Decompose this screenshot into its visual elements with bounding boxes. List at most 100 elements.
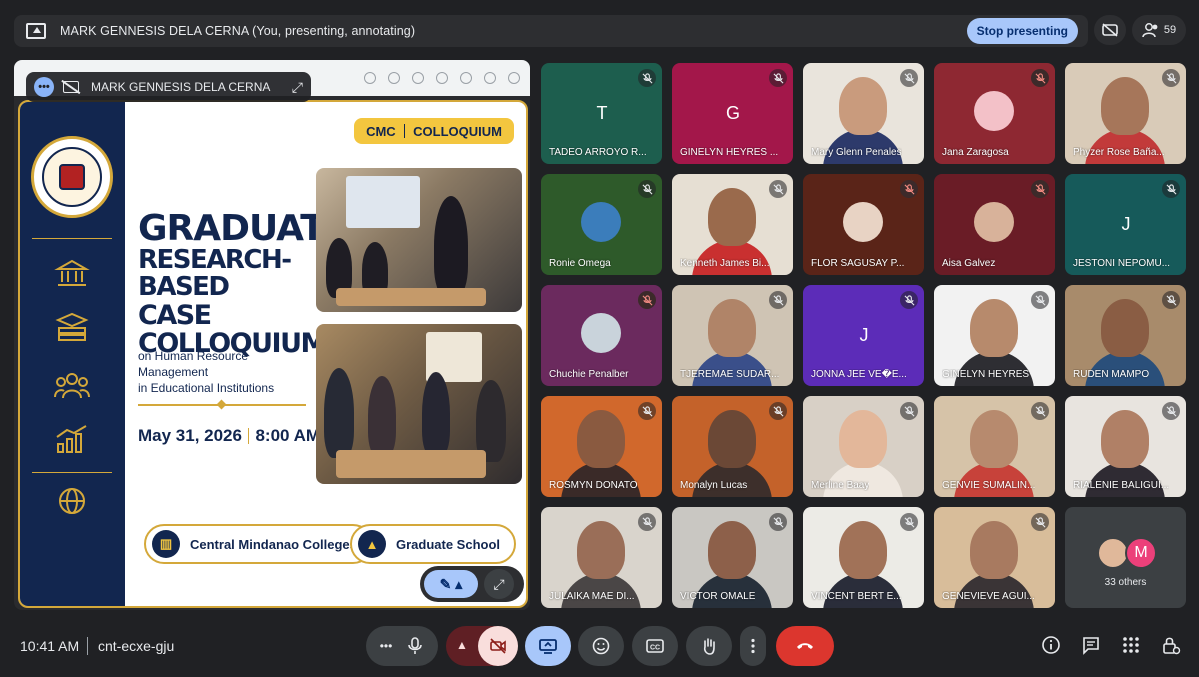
captions-button[interactable]: CC	[632, 626, 678, 666]
present-now-button[interactable]	[525, 626, 571, 666]
presentation-area: ••• MARK GENNESIS DELA CERNA ⤢ CMC COLLO…	[14, 60, 530, 610]
expand-icon[interactable]: ⤢	[292, 79, 303, 96]
mic-off-badge	[1031, 513, 1049, 531]
globe-icon	[54, 486, 90, 516]
zoom-in-icon[interactable]	[388, 72, 400, 84]
participant-tile[interactable]: Kenneth James Bi...	[672, 174, 793, 275]
mic-off-icon	[904, 405, 914, 416]
camera-options-icon[interactable]: ▲	[456, 638, 468, 652]
participant-tile[interactable]: VINCENT BERT E...	[803, 507, 924, 608]
participant-name: GINELYN HEYRES ...	[680, 147, 779, 158]
cmc-colloquium-badge: CMC COLLOQUIUM	[354, 118, 514, 144]
raise-hand-button[interactable]	[686, 626, 732, 666]
participant-count: 59	[1163, 24, 1177, 36]
participant-name: TJEREMAE SUDAR...	[680, 369, 780, 380]
participant-tile[interactable]: Monalyn Lucas	[672, 396, 793, 497]
stop-presenting-button[interactable]: Stop presenting	[966, 18, 1078, 44]
badge-cmc: CMC	[366, 123, 396, 139]
participant-tile[interactable]: RUDEN MAMPO	[1065, 285, 1186, 386]
participant-tile[interactable]: JULAIKA MAE DI...	[541, 507, 662, 608]
meeting-details-icon[interactable]	[1040, 634, 1062, 656]
slide-divider	[138, 404, 306, 406]
participant-tile[interactable]: G GINELYN HEYRES ...	[672, 63, 793, 164]
pen-icon[interactable]	[436, 72, 448, 84]
participant-name: JULAIKA MAE DI...	[549, 591, 635, 602]
mic-off-icon	[773, 294, 783, 305]
mic-off-badge	[900, 402, 918, 420]
host-controls-icon[interactable]	[1160, 634, 1182, 656]
participant-tile[interactable]: VICTOR OMALE	[672, 507, 793, 608]
settings-icon[interactable]	[484, 72, 496, 84]
participant-name: Mary Glenn Penales	[811, 147, 902, 158]
copy-icon[interactable]	[460, 72, 472, 84]
presenting-status-text: MARK GENNESIS DELA CERNA (You, presentin…	[60, 24, 416, 38]
participant-tile[interactable]: GENVIE SUMALIN...	[934, 396, 1055, 497]
present-screen-icon	[26, 23, 46, 39]
clock-time: 10:41 AM	[20, 638, 80, 654]
audio-options-icon[interactable]: •••	[380, 639, 393, 653]
mic-off-icon	[1166, 183, 1176, 194]
mic-off-badge	[900, 291, 918, 309]
captions-off-toggle[interactable]	[1094, 15, 1126, 45]
participant-tile[interactable]: Ronie Omega	[541, 174, 662, 275]
microphone-button[interactable]: •••	[366, 626, 438, 666]
mic-off-icon	[773, 516, 783, 527]
more-options-icon[interactable]: •••	[34, 77, 54, 97]
participant-tile[interactable]: Mary Glenn Penales	[803, 63, 924, 164]
presenting-banner: MARK GENNESIS DELA CERNA (You, presentin…	[14, 15, 1088, 47]
mic-off-icon	[773, 72, 783, 83]
slide-title: GRADUATE RESEARCH-BASED CASE COLLOQUIUM	[138, 210, 348, 358]
participant-tile[interactable]: GENEVIEVE AGUI...	[934, 507, 1055, 608]
more-options-button[interactable]	[740, 626, 766, 666]
participant-avatar	[974, 202, 1014, 242]
mic-off-badge	[900, 69, 918, 87]
participant-tile[interactable]: RIALENIE BALIGUI...	[1065, 396, 1186, 497]
mic-off-icon	[1166, 72, 1176, 83]
participant-name: Monalyn Lucas	[680, 480, 748, 491]
participant-tile[interactable]: Jana Zaragosa	[934, 63, 1055, 164]
participant-tile[interactable]: Chuchie Penalber	[541, 285, 662, 386]
participant-avatar	[581, 202, 621, 242]
participant-tile[interactable]: T TADEO ARROYO R...	[541, 63, 662, 164]
participants-button[interactable]: 59	[1132, 15, 1186, 45]
colloquium-photo-2	[316, 324, 522, 484]
annotation-pen-button[interactable]: ✎ ▴	[424, 570, 478, 598]
mic-off-icon	[1035, 405, 1045, 416]
mic-off-badge	[638, 513, 656, 531]
zoom-out-icon[interactable]	[364, 72, 376, 84]
others-tile[interactable]: M 33 others	[1065, 507, 1186, 608]
mic-off-badge	[1162, 69, 1180, 87]
participant-name: TADEO ARROYO R...	[549, 147, 647, 158]
participant-name: ROSMYN DONATO	[549, 480, 638, 491]
participant-tile[interactable]: Merline Baay	[803, 396, 924, 497]
fullscreen-button[interactable]: ⤢	[484, 569, 514, 599]
participant-name: Chuchie Penalber	[549, 369, 629, 380]
participant-name: GENVIE SUMALIN...	[942, 480, 1036, 491]
reactions-button[interactable]	[578, 626, 624, 666]
participant-name: FLOR SAGUSAY P...	[811, 258, 905, 269]
fullscreen-icon[interactable]	[508, 72, 520, 84]
mic-off-icon	[904, 72, 914, 83]
participant-tile[interactable]: TJEREMAE SUDAR...	[672, 285, 793, 386]
mic-off-icon	[1035, 72, 1045, 83]
present-screen-icon	[539, 639, 557, 654]
participant-tile[interactable]: GINELYN HEYRES	[934, 285, 1055, 386]
leave-call-button[interactable]	[776, 626, 834, 666]
camera-button[interactable]: ▲	[446, 626, 518, 666]
camera-off-indicator[interactable]	[478, 626, 518, 666]
mic-off-icon	[642, 72, 652, 83]
activities-icon[interactable]	[1120, 634, 1142, 656]
participant-name: VINCENT BERT E...	[811, 591, 902, 602]
others-count: 33 others	[1104, 577, 1147, 588]
participant-tile[interactable]: J JESTONI NEPOMU...	[1065, 174, 1186, 275]
participant-tile[interactable]: J JONNA JEE VE�E...	[803, 285, 924, 386]
participant-tile[interactable]: FLOR SAGUSAY P...	[803, 174, 924, 275]
chat-icon[interactable]	[1080, 634, 1102, 656]
mic-off-icon	[1166, 405, 1176, 416]
participant-tile[interactable]: Aisa Galvez	[934, 174, 1055, 275]
share-icon[interactable]	[412, 72, 424, 84]
participant-tile[interactable]: Phyzer Rose Baña...	[1065, 63, 1186, 164]
participant-tile[interactable]: ROSMYN DONATO	[541, 396, 662, 497]
mic-off-icon	[642, 294, 652, 305]
title-line-2: RESEARCH-BASED	[138, 245, 292, 303]
